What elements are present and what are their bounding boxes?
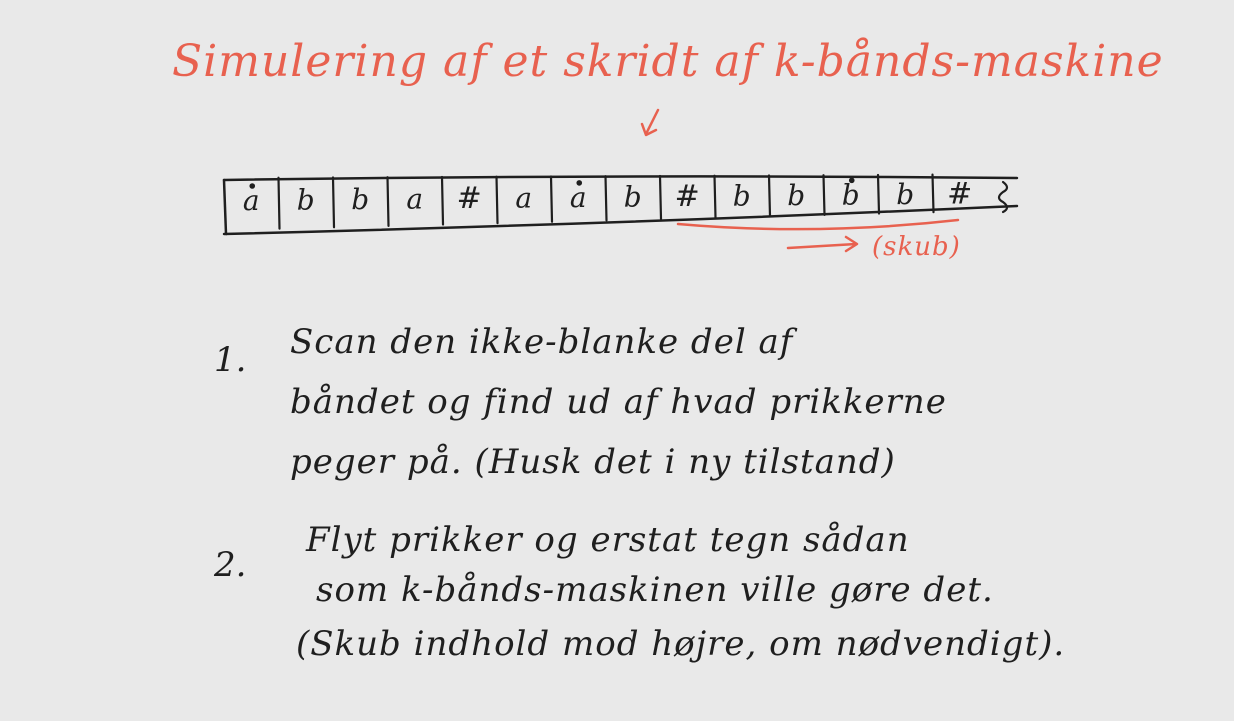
tape-cell-divider [822,174,826,217]
tape-cell: a [406,182,423,215]
step-1-line-2: båndet og find ud af hvad prikkerne [290,382,947,422]
tape-cell-divider [386,176,390,227]
head-marker-dot [848,177,855,184]
diagram-title: Simulering af et skridt af k-bånds-maski… [172,36,1164,87]
step-2-line-2: som k-bånds-maskinen ville gøre det. [316,570,994,610]
step-2-line-3: (Skub indhold mod højre, om nødvendigt). [296,624,1066,664]
tape-cell-divider [767,174,772,218]
head-pointer-arrow [640,108,660,137]
tape-cell-symbol: a [406,182,423,215]
tape-cell: # [675,179,700,214]
tape-cell: b [624,180,642,213]
tape-cell-divider [713,174,717,219]
step-2-number: 2. [214,545,247,585]
head-marker-dot [576,180,583,186]
tape-cell-symbol: a [243,184,260,217]
tape-cell-divider [440,175,445,226]
tape-cell-symbol: b [351,183,369,216]
tape-cell-symbol: # [947,176,972,211]
tape-cell-divider [876,173,881,215]
tape-cell-symbol: b [624,180,642,213]
tape-cell: a [243,183,260,217]
tape-cell: b [297,183,315,216]
tape-cell: a [570,180,587,214]
tape-cell: b [351,183,369,216]
tape-cell-divider [331,176,336,229]
tape-cell: b [733,179,751,212]
tape-cell: # [457,181,482,216]
tape-cell-symbol: b [896,178,914,211]
tape-cell: b [787,179,805,212]
head-marker-dot [249,183,256,189]
tape-cell-symbol: a [515,181,532,214]
step-2-line-1: Flyt prikker og erstat tegn sådan [306,520,910,560]
shift-label: (skub) [872,232,961,262]
shift-arrow-icon [786,242,858,250]
step-1-line-3: peger på. (Husk det i ny tilstand) [290,442,896,482]
tape-cell-symbol: a [570,181,587,214]
tape-cell-symbol: b [733,179,751,212]
tape-cell-divider [277,176,281,230]
tape-cell-divider [495,175,499,225]
step-1-line-1: Scan den ikke-blanke del af [290,322,794,362]
tape-cell: b [896,178,914,211]
tape-cell-symbol: # [675,179,700,214]
tape-cell: # [947,176,972,211]
step-1-number: 1. [214,340,247,380]
tape-cell: a [515,181,532,214]
tape-cell-symbol: b [842,178,860,211]
tape-cell-symbol: b [787,179,805,212]
tape-cell-divider [549,175,554,223]
tape-cell-divider [931,173,935,214]
tape-cell-divider [604,175,608,222]
tape-cell-symbol: # [457,181,482,216]
tape-cell: b [842,177,860,211]
tape-cell-symbol: b [297,183,315,216]
tape-cell-divider [658,174,663,221]
